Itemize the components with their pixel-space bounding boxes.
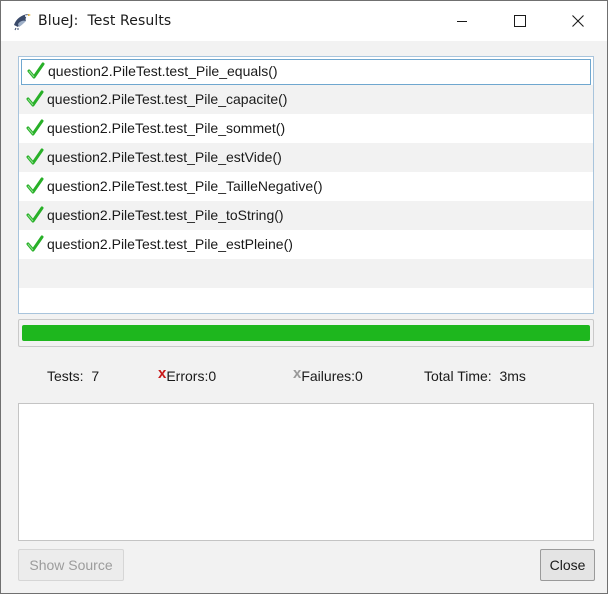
bluej-bird-icon: [14, 14, 31, 31]
green-check-icon: [26, 148, 44, 165]
test-row[interactable]: question2.PileTest.test_Pile_estVide(): [19, 143, 593, 172]
window-title: BlueJ: Test Results: [38, 13, 172, 29]
test-progress-bar: [18, 319, 594, 347]
errors-label: Errors:0: [166, 368, 217, 384]
green-check-icon: [26, 177, 44, 194]
minimize-icon: [457, 21, 467, 22]
close-window-button[interactable]: [555, 1, 601, 41]
test-name: question2.PileTest.test_Pile_sommet(): [47, 120, 286, 136]
test-name: question2.PileTest.test_Pile_estPleine(): [47, 236, 293, 252]
green-check-icon: [26, 90, 44, 107]
test-row[interactable]: question2.PileTest.test_Pile_estPleine(): [19, 230, 593, 259]
total-time: Total Time: 3ms: [424, 368, 526, 384]
maximize-button[interactable]: [497, 1, 543, 41]
close-button[interactable]: Close: [540, 549, 595, 581]
green-check-icon: [26, 235, 44, 252]
green-check-icon: [26, 119, 44, 136]
failures-label: Failures:0: [301, 368, 363, 384]
test-results-window: BlueJ: Test Results question2.PileTest.t: [0, 0, 608, 594]
test-results-list[interactable]: question2.PileTest.test_Pile_equals() qu…: [18, 56, 594, 314]
failure-x-icon: x: [293, 365, 302, 382]
test-name: question2.PileTest.test_Pile_TailleNegat…: [47, 178, 323, 194]
test-name: question2.PileTest.test_Pile_estVide(): [47, 149, 282, 165]
test-row[interactable]: question2.PileTest.test_Pile_TailleNegat…: [19, 172, 593, 201]
test-name: question2.PileTest.test_Pile_equals(): [48, 63, 278, 79]
test-row[interactable]: question2.PileTest.test_Pile_equals(): [21, 59, 591, 85]
progress-bar-fill: [22, 325, 590, 341]
failures-count: xFailures:0: [293, 365, 363, 385]
test-row[interactable]: question2.PileTest.test_Pile_capacite(): [19, 85, 593, 114]
close-icon: [572, 15, 584, 27]
title-bar[interactable]: BlueJ: Test Results: [1, 1, 607, 41]
test-row[interactable]: question2.PileTest.test_Pile_toString(): [19, 201, 593, 230]
green-check-icon: [26, 206, 44, 223]
empty-row: [19, 259, 593, 288]
errors-count: xErrors:0: [158, 365, 217, 385]
failure-details-area[interactable]: [18, 403, 594, 541]
test-row[interactable]: question2.PileTest.test_Pile_sommet(): [19, 114, 593, 143]
test-name: question2.PileTest.test_Pile_toString(): [47, 207, 284, 223]
tests-count: Tests: 7: [47, 368, 100, 384]
test-name: question2.PileTest.test_Pile_capacite(): [47, 91, 288, 107]
error-x-icon: x: [158, 365, 167, 382]
minimize-button[interactable]: [439, 1, 485, 41]
maximize-icon: [514, 15, 526, 27]
show-source-button[interactable]: Show Source: [18, 549, 124, 581]
green-check-icon: [27, 62, 45, 79]
